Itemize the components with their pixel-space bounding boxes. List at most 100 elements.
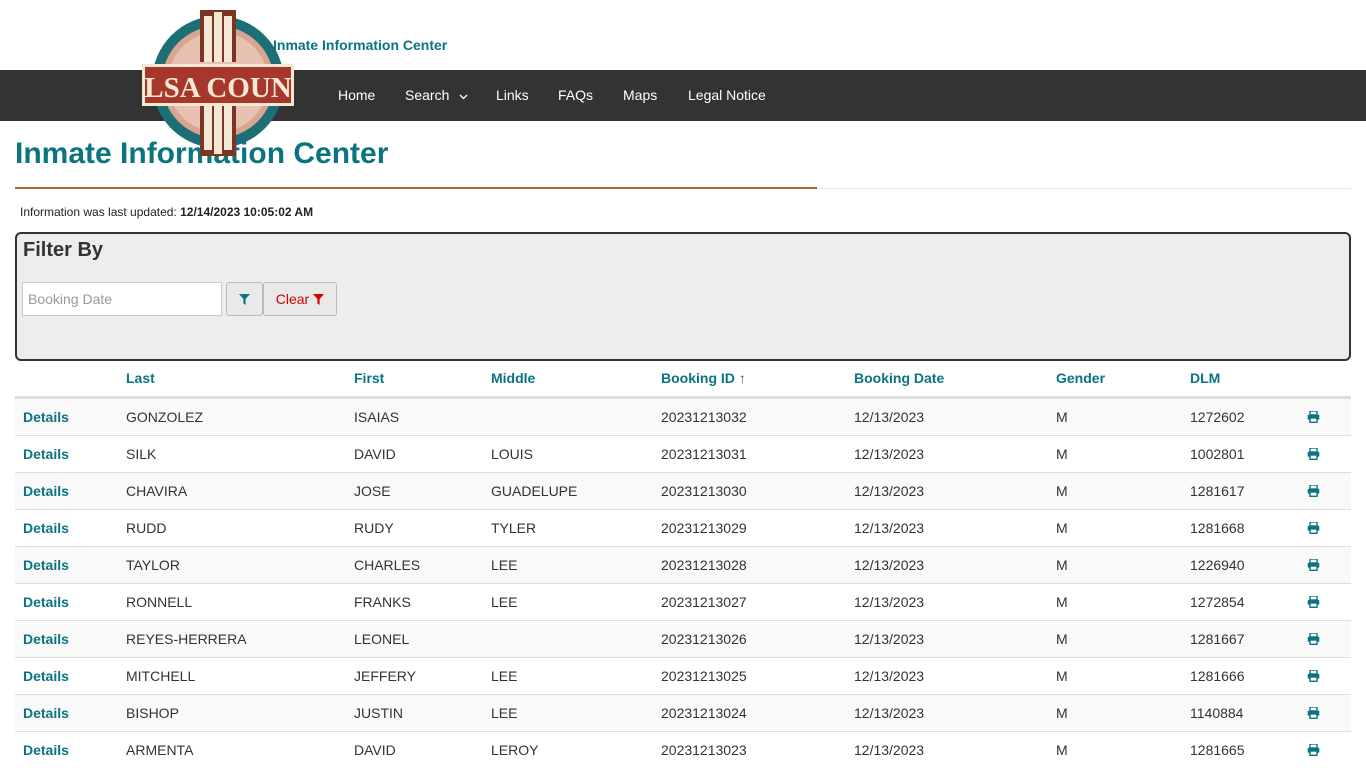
cell-gender: M [1056,409,1068,425]
apply-filter-button[interactable] [226,282,263,316]
cell-booking-date: 12/13/2023 [854,557,925,573]
cell-first: CHARLES [354,557,421,573]
print-icon[interactable] [1307,658,1320,694]
cell-gender: M [1056,705,1068,721]
cell-first: RUDY [354,520,394,536]
print-icon[interactable] [1307,584,1320,620]
cell-booking-id: 20231213025 [661,668,747,684]
cell-middle: TYLER [491,520,537,536]
cell-last: GONZOLEZ [126,409,204,425]
cell-booking-date: 12/13/2023 [854,742,925,758]
print-icon[interactable] [1307,621,1320,657]
col-dlm[interactable]: DLM [1190,360,1220,396]
print-icon[interactable] [1307,473,1320,509]
cell-first: LEONEL [354,631,410,647]
table-body: Details GONZOLEZ ISAIAS 20231213032 12/13/20… [15,398,1351,768]
clear-label: Clear [275,291,310,307]
booking-date-input[interactable] [22,282,222,316]
print-icon[interactable] [1307,436,1320,472]
details-link[interactable]: Details [23,695,69,731]
details-link[interactable]: Details [23,436,69,472]
details-link[interactable]: Details [23,473,69,509]
cell-middle: LEE [491,557,518,573]
nav-search[interactable]: Search [405,87,468,103]
details-link[interactable]: Details [23,732,69,768]
cell-middle: LEE [491,594,518,610]
cell-first: DAVID [354,742,396,758]
details-link[interactable]: Details [23,584,69,620]
nav-legal-notice[interactable]: Legal Notice [688,87,766,103]
cell-middle: LEROY [491,742,539,758]
details-link[interactable]: Details [23,658,69,694]
print-icon[interactable] [1307,547,1320,583]
col-first[interactable]: First [354,360,384,396]
nav-search-label: Search [405,87,450,103]
col-middle[interactable]: Middle [491,360,535,396]
print-icon[interactable] [1307,695,1320,731]
details-link[interactable]: Details [23,510,69,546]
details-link[interactable]: Details [23,547,69,583]
table-header: Last First Middle Booking ID ↑ Booking D… [15,360,1351,398]
cell-dlm: 1272602 [1190,409,1245,425]
cell-last: MITCHELL [126,668,196,684]
cell-gender: M [1056,520,1068,536]
col-booking-id[interactable]: Booking ID ↑ [661,360,746,396]
cell-booking-id: 20231213027 [661,594,747,610]
cell-gender: M [1056,446,1068,462]
table-row: Details GONZOLEZ ISAIAS 20231213032 12/13/20… [15,398,1351,435]
table-row: Details SILK DAVID LOUIS 20231213031 12/13/20… [15,435,1351,472]
site-title[interactable]: Inmate Information Center [273,37,447,53]
details-link[interactable]: Details [23,399,69,435]
cell-first: JUSTIN [354,705,403,721]
table-row: Details MITCHELL JEFFERY LEE 20231213025 12/1… [15,657,1351,694]
cell-last: RUDD [126,520,167,536]
nav-maps[interactable]: Maps [623,87,657,103]
cell-booking-id: 20231213024 [661,705,747,721]
last-updated-label: Information was last updated: [20,205,177,219]
col-booking-id-label: Booking ID [661,370,735,386]
cell-booking-date: 12/13/2023 [854,594,925,610]
logo-text: TULSA COUNTY [142,72,294,104]
cell-dlm: 1140884 [1190,705,1244,721]
cell-gender: M [1056,483,1068,499]
nav-links[interactable]: Links [496,87,529,103]
cell-booking-date: 12/13/2023 [854,446,925,462]
cell-dlm: 1281666 [1190,668,1245,684]
col-gender[interactable]: Gender [1056,360,1105,396]
cell-last: RONNELL [126,594,193,610]
cell-dlm: 1281668 [1190,520,1245,536]
cell-booking-id: 20231213030 [661,483,747,499]
cell-booking-id: 20231213026 [661,631,747,647]
cell-booking-id: 20231213023 [661,742,747,758]
nav-home[interactable]: Home [338,87,375,103]
title-underline [15,187,817,189]
cell-gender: M [1056,631,1068,647]
filter-panel: Filter By Clear [15,232,1351,361]
table-row: Details BISHOP JUSTIN LEE 20231213024 12/13/2… [15,694,1351,731]
print-icon[interactable] [1307,510,1320,546]
filter-icon [313,293,325,305]
print-icon[interactable] [1307,732,1320,768]
last-updated: Information was last updated: 12/14/2023… [20,205,313,219]
chevron-down-icon [459,94,468,100]
print-icon[interactable] [1307,399,1320,435]
cell-middle: LOUIS [491,446,534,462]
cell-last: BISHOP [126,705,179,721]
cell-gender: M [1056,557,1068,573]
details-link[interactable]: Details [23,621,69,657]
tulsa-county-logo[interactable]: TULSA COUNTY [142,8,294,160]
cell-last: SILK [126,446,157,462]
table-row: Details TAYLOR CHARLES LEE 20231213028 12/13/… [15,546,1351,583]
nav-faqs[interactable]: FAQs [558,87,593,103]
clear-filter-button[interactable]: Clear [263,282,337,316]
last-updated-value: 12/14/2023 10:05:02 AM [180,205,314,219]
filter-icon [239,293,250,305]
cell-dlm: 1226940 [1190,557,1245,573]
cell-dlm: 1002801 [1190,446,1245,462]
col-last[interactable]: Last [126,360,155,396]
col-booking-date[interactable]: Booking Date [854,360,944,396]
cell-gender: M [1056,668,1068,684]
cell-first: ISAIAS [354,409,400,425]
cell-booking-id: 20231213032 [661,409,747,425]
cell-booking-id: 20231213029 [661,520,747,536]
